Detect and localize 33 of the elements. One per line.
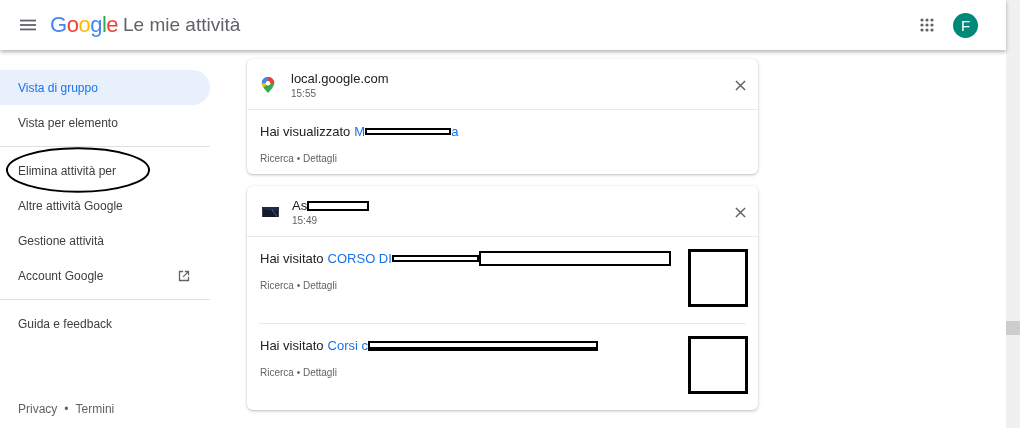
timestamp: 15:49 — [292, 215, 319, 226]
sidebar-item[interactable]: Vista di gruppo — [0, 70, 210, 105]
account-avatar[interactable]: F — [953, 12, 978, 38]
activity-link[interactable]: CORSO DI — [327, 251, 392, 266]
card-title: As — [292, 198, 308, 213]
page-title: Le mie attività — [123, 14, 241, 36]
map-pin-icon — [261, 77, 275, 93]
apps-grid-icon[interactable] — [920, 18, 934, 32]
activity-text: Hai visitato — [260, 338, 324, 353]
activity-text: Hai visualizzato — [260, 124, 351, 139]
footer-link[interactable]: Termini — [75, 402, 115, 416]
activity-meta[interactable]: Ricerca • Dettagli — [260, 280, 688, 291]
separator-dot: • — [64, 402, 69, 416]
sidebar-item[interactable]: Guida e feedback — [0, 306, 210, 341]
scrollbar[interactable] — [1006, 0, 1020, 428]
close-icon[interactable] — [735, 79, 746, 91]
sidebar-item[interactable]: Gestione attività — [0, 223, 210, 258]
activity-link[interactable]: M — [354, 124, 366, 139]
activity-link[interactable]: Corsi c — [327, 338, 369, 353]
sidebar-item[interactable]: Elimina attività per — [0, 153, 210, 188]
card-title: local.google.com — [291, 71, 389, 86]
sidebar-item[interactable]: Altre attività Google — [0, 188, 210, 223]
sidebar-item[interactable]: Account Google — [0, 258, 210, 293]
close-icon[interactable] — [735, 206, 746, 218]
sidebar-item[interactable]: Vista per elemento — [0, 105, 210, 140]
menu-icon[interactable] — [20, 19, 36, 31]
google-logo[interactable]: Google — [50, 12, 118, 38]
footer-link[interactable]: Privacy — [18, 402, 58, 416]
activity-link[interactable]: a — [451, 124, 459, 139]
activity-meta[interactable]: Ricerca • Dettagli — [260, 153, 748, 164]
activity-meta[interactable]: Ricerca • Dettagli — [260, 367, 688, 378]
activity-text: Hai visitato — [260, 251, 324, 266]
timestamp: 15:55 — [291, 88, 318, 99]
